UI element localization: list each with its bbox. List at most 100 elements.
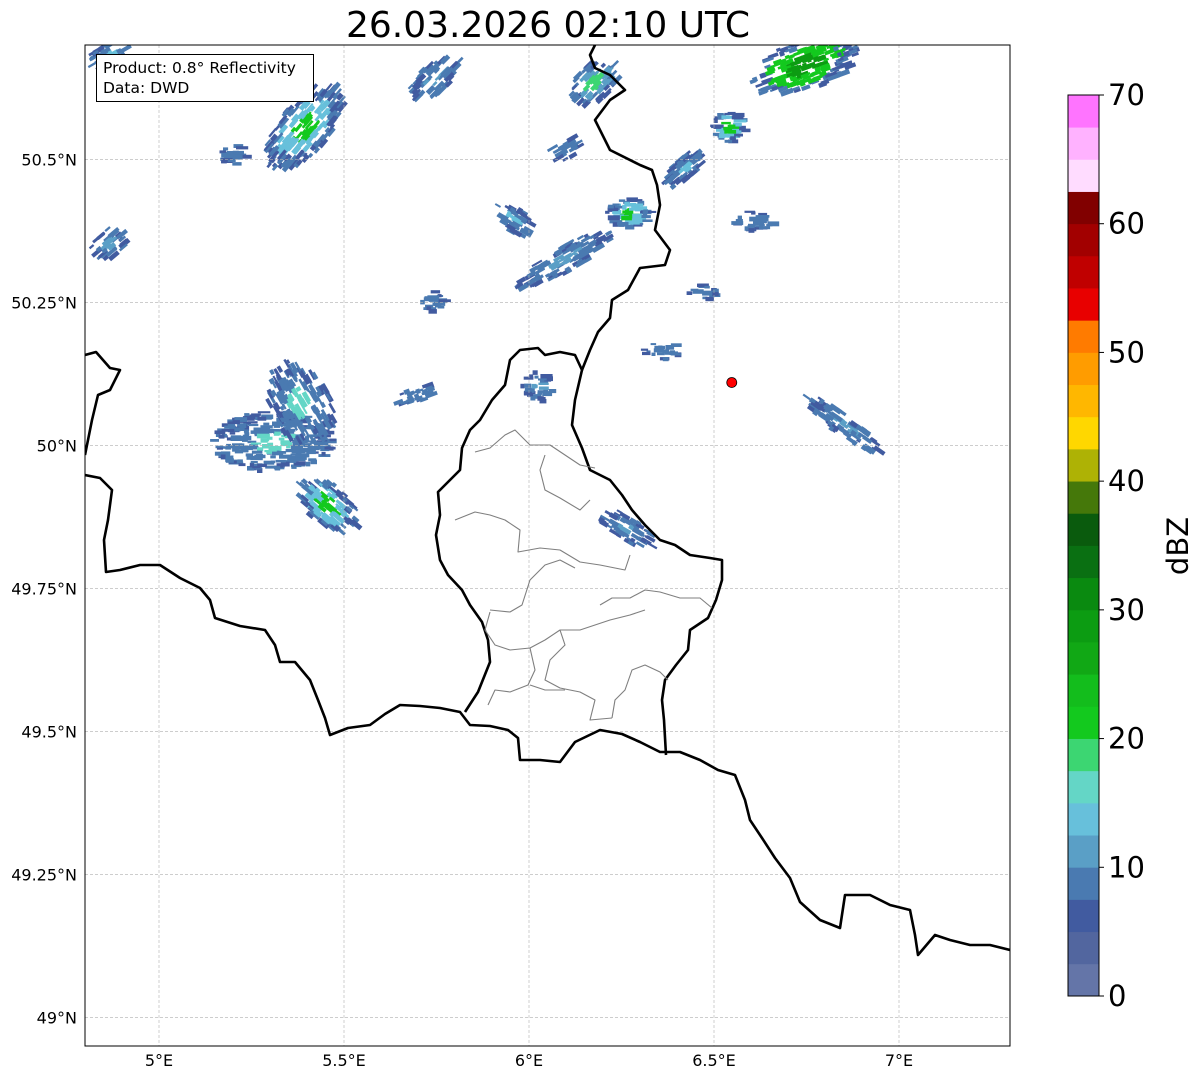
colorbar-tick-label: 20 bbox=[1108, 722, 1145, 756]
echo-pixel bbox=[399, 392, 405, 396]
echo-pixel bbox=[617, 222, 626, 225]
colorbar-tick-label: 60 bbox=[1108, 207, 1145, 241]
echo-pixel bbox=[629, 207, 641, 211]
echo-pixel bbox=[538, 382, 549, 385]
echo-pixel bbox=[250, 461, 258, 464]
echo-pixel bbox=[732, 112, 745, 118]
colorbar-segment bbox=[1068, 899, 1099, 933]
echo-pixel bbox=[608, 204, 614, 209]
echo-cell bbox=[640, 343, 682, 362]
echo-pixel bbox=[817, 40, 823, 44]
echo-cell bbox=[88, 226, 131, 262]
echo-pixel bbox=[238, 463, 246, 467]
echo-cell bbox=[295, 478, 363, 536]
echo-pixel bbox=[622, 204, 627, 210]
echo-pixel bbox=[568, 151, 578, 160]
echo-pixel bbox=[263, 422, 270, 426]
district-border bbox=[599, 589, 713, 609]
echo-pixel bbox=[520, 383, 525, 389]
echo-pixel bbox=[250, 442, 262, 445]
country-border bbox=[85, 350, 122, 456]
colorbar-segment bbox=[1068, 416, 1099, 450]
echo-pixel bbox=[805, 45, 814, 46]
echo-pixel bbox=[250, 457, 263, 461]
echo-pixel bbox=[104, 226, 111, 232]
echo-pixel bbox=[839, 45, 852, 46]
echo-pixel bbox=[112, 45, 119, 46]
echo-pixel bbox=[234, 427, 241, 432]
lat-tick-label: 49°N bbox=[37, 1008, 77, 1027]
echo-pixel bbox=[802, 393, 811, 401]
echo-pixel bbox=[232, 420, 240, 425]
echo-pixel bbox=[534, 375, 539, 379]
echo-pixel bbox=[236, 146, 249, 150]
colorbar-segment bbox=[1068, 642, 1099, 675]
echo-pixel bbox=[241, 447, 253, 451]
colorbar-segment bbox=[1068, 738, 1099, 772]
echo-pixel bbox=[438, 299, 451, 303]
echo-pixel bbox=[766, 224, 773, 227]
echo-cell bbox=[219, 144, 252, 166]
district-border bbox=[539, 454, 591, 511]
echo-pixel bbox=[244, 432, 250, 435]
echo-pixel bbox=[494, 203, 502, 208]
echo-pixel bbox=[641, 215, 651, 219]
echo-pixel bbox=[540, 374, 553, 379]
echo-pixel bbox=[232, 162, 242, 166]
colorbar-segment bbox=[1068, 802, 1099, 836]
echo-cell bbox=[210, 410, 337, 473]
country-border bbox=[85, 473, 1010, 957]
echo-pixel bbox=[690, 288, 699, 291]
echo-pixel bbox=[811, 38, 819, 44]
echo-cell bbox=[568, 59, 623, 109]
echo-pixel bbox=[430, 290, 441, 294]
echo-pixel bbox=[705, 296, 714, 302]
echo-pixel bbox=[723, 127, 729, 131]
echo-pixel bbox=[718, 133, 726, 139]
echo-cell bbox=[546, 133, 585, 163]
echo-pixel bbox=[631, 218, 643, 223]
lat-tick-label: 50.5°N bbox=[21, 150, 77, 169]
echo-pixel bbox=[803, 45, 810, 46]
echo-pixel bbox=[759, 226, 771, 230]
echo-pixel bbox=[538, 386, 549, 390]
echo-cell bbox=[686, 283, 721, 302]
echo-pixel bbox=[721, 115, 730, 119]
echo-pixel bbox=[537, 392, 543, 395]
echo-pixel bbox=[236, 150, 244, 155]
echo-pixel bbox=[633, 224, 643, 227]
echo-pixel bbox=[274, 431, 281, 436]
echo-pixel bbox=[221, 152, 234, 158]
echo-pixel bbox=[646, 541, 658, 550]
echo-pixel bbox=[243, 429, 249, 433]
echo-pixel bbox=[642, 351, 651, 356]
echo-pixel bbox=[618, 199, 626, 202]
country-border bbox=[434, 346, 724, 756]
echo-pixel bbox=[96, 232, 105, 241]
colorbar-segment bbox=[1068, 384, 1099, 418]
echo-pixel bbox=[838, 37, 851, 45]
echo-pixel bbox=[229, 445, 238, 449]
echo-pixel bbox=[630, 199, 643, 202]
echo-pixel bbox=[426, 306, 432, 311]
colorbar-tick-label: 70 bbox=[1108, 78, 1145, 112]
echo-pixel bbox=[227, 159, 236, 162]
colorbar-segment bbox=[1068, 867, 1099, 900]
echo-pixel bbox=[633, 215, 638, 218]
echo-pixel bbox=[605, 210, 610, 214]
colorbar-segment bbox=[1068, 95, 1099, 128]
lat-tick-label: 49.25°N bbox=[11, 865, 77, 884]
colorbar-segment bbox=[1068, 255, 1099, 289]
echo-pixel bbox=[531, 383, 537, 389]
colorbar-segment bbox=[1068, 931, 1099, 965]
echo-pixel bbox=[329, 438, 337, 442]
echo-pixel bbox=[272, 451, 284, 456]
echo-pixel bbox=[240, 435, 252, 441]
colorbar-segment bbox=[1068, 191, 1099, 225]
echo-pixel bbox=[225, 458, 234, 463]
echo-pixel bbox=[841, 34, 852, 42]
echo-pixel bbox=[538, 378, 547, 381]
echo-pixel bbox=[523, 376, 534, 380]
echo-pixel bbox=[733, 119, 747, 123]
lat-tick-label: 50.25°N bbox=[11, 293, 77, 312]
